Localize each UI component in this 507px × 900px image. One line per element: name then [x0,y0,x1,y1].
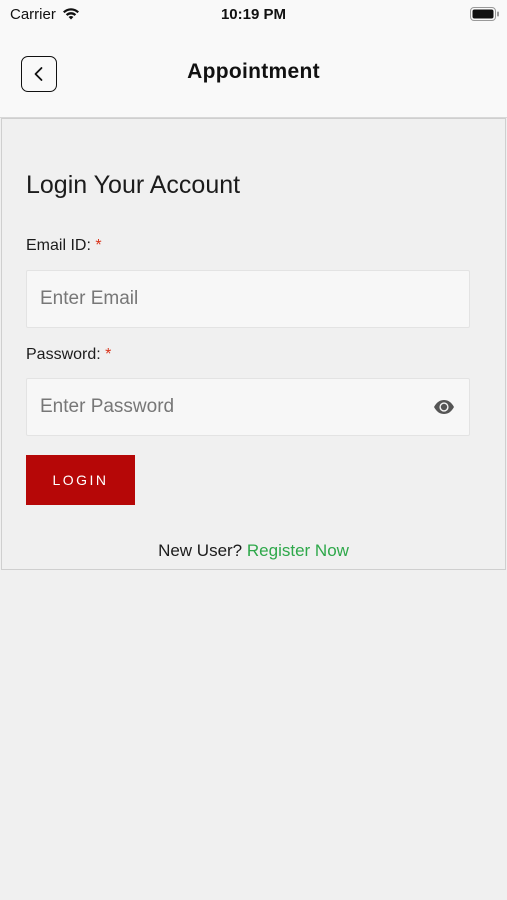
status-time: 10:19 PM [220,6,287,23]
email-field-wrapper [26,270,470,328]
password-label-text: Password: [26,346,101,363]
nav-bar: Appointment [0,30,507,118]
new-user-text: New User? [158,541,243,560]
eye-icon[interactable] [433,397,455,417]
login-button[interactable]: LOGIN [26,455,135,505]
login-card: Login Your Account Email ID: * Password:… [1,118,506,570]
password-field-wrapper [26,378,470,436]
register-row: New User? Register Now [2,541,505,561]
status-bar: Carrier 10:19 PM [0,0,507,30]
password-field[interactable] [27,379,469,435]
password-label: Password: * [26,346,111,364]
register-now-link[interactable]: Register Now [247,541,349,560]
battery-icon [470,7,499,21]
login-heading: Login Your Account [26,171,241,199]
page-title: Appointment [187,60,320,83]
email-required-mark: * [95,237,102,254]
email-field[interactable] [27,271,469,327]
email-label: Email ID: * [26,237,102,255]
password-required-mark: * [105,346,112,363]
email-label-text: Email ID: [26,237,91,254]
app-screen: Carrier 10:19 PM Appointment Login Your … [0,0,507,900]
